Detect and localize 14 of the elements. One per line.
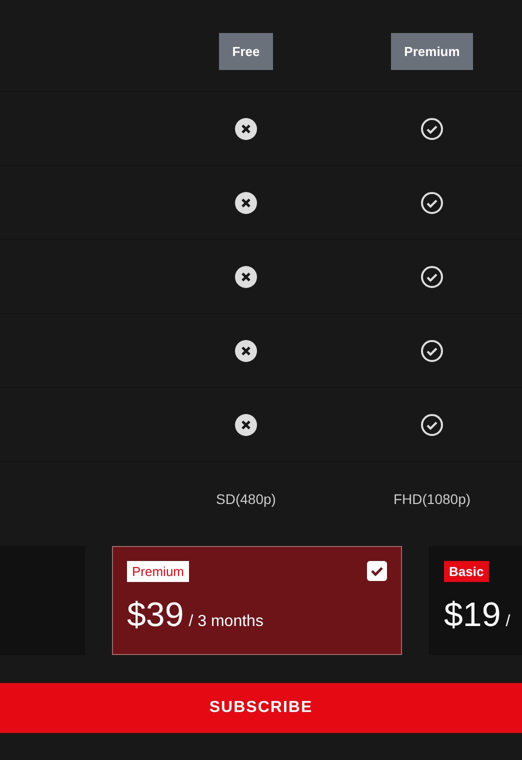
plan-header: Premium [391,33,473,70]
checkbox-checked-icon [367,561,387,581]
plan-card[interactable]: Basic $19/ [429,546,522,655]
quality-label: FHD(1080p) [393,490,471,506]
plan-header: Free [219,33,273,70]
plan-period: / [506,613,510,631]
plan-price: $39 [127,596,184,635]
plan-tag: Basic [444,561,489,582]
plan-price: $19 [444,596,501,635]
subscribe-button[interactable]: SUBSCRIBE [0,683,522,733]
quality-label: SD(480p) [216,490,276,506]
plan-card[interactable]: Premium $39/ 3 months [112,546,402,655]
plan-tag: Premium [127,561,190,582]
plan-period: / 3 months [188,613,264,631]
